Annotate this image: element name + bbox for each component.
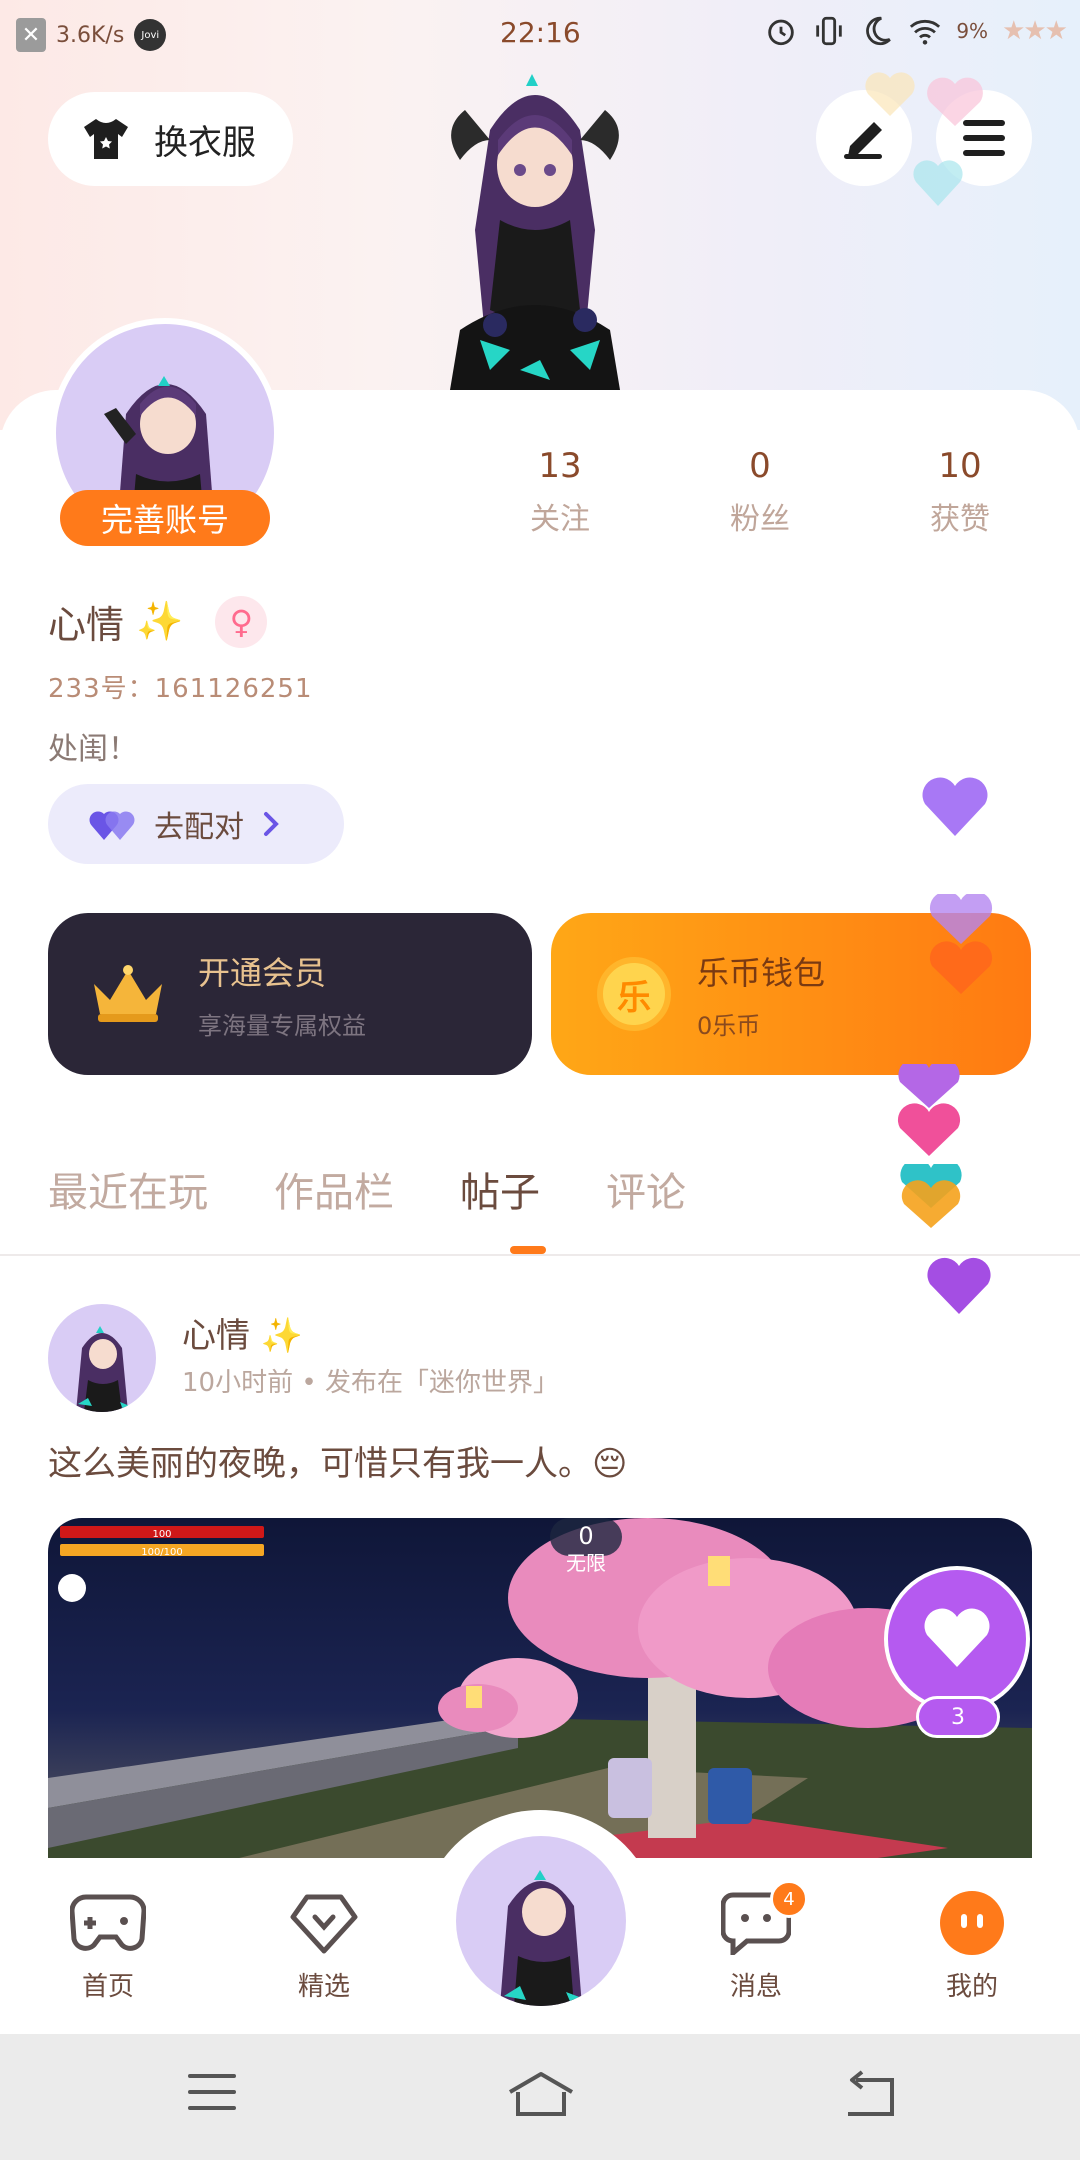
- avatar-portrait-icon: [500, 1870, 582, 2006]
- hud-hunger: 100/100: [141, 1547, 183, 1558]
- stat-likes-label: 获赞: [930, 502, 990, 537]
- notification-close-icon: ✕: [16, 18, 46, 52]
- profile-tabs: 最近在玩 作品栏 帖子 评论: [48, 1160, 686, 1218]
- stat-likes-value: 10: [938, 446, 982, 486]
- profile-bio: 处闺！: [48, 732, 138, 767]
- change-outfit-button[interactable]: 换衣服: [48, 92, 293, 186]
- nav-me[interactable]: 我的: [902, 1888, 1042, 2003]
- like-button[interactable]: [884, 1566, 1030, 1712]
- stat-following-value: 13: [538, 446, 582, 486]
- hud-mode: 无限: [566, 1551, 606, 1575]
- floating-heart-icon: [929, 894, 993, 994]
- active-tab-indicator: [510, 1246, 546, 1254]
- double-heart-icon: [89, 811, 135, 840]
- battery-level: 9%: [956, 19, 989, 43]
- diamond-heart-icon: [290, 1894, 358, 1954]
- floating-heart-icon: [900, 1164, 962, 1228]
- floating-hearts-icon: [865, 72, 983, 206]
- status-time: 22:16: [500, 16, 581, 49]
- alarm-icon: [768, 19, 795, 46]
- tab-posts[interactable]: 帖子: [460, 1160, 540, 1218]
- go-pair-label: 去配对: [154, 810, 244, 845]
- stat-following-label: 关注: [530, 502, 590, 537]
- go-pair-button[interactable]: 去配对: [48, 784, 344, 864]
- post-meta: 10小时前 • 发布在「迷你世界」: [182, 1368, 559, 1398]
- network-speed: 3.6K/s: [56, 22, 125, 48]
- profile-uid[interactable]: 233号：161126251: [48, 668, 313, 705]
- chevron-right-icon: [264, 812, 279, 836]
- stat-following[interactable]: 13 关注: [460, 446, 660, 538]
- nav-avatar-center[interactable]: [456, 1836, 626, 2006]
- heart-icon: [924, 1608, 990, 1667]
- vip-subtitle: 享海量专属权益: [198, 1011, 366, 1040]
- stat-fans-label: 粉丝: [730, 502, 790, 537]
- coin-icon: 乐: [597, 957, 671, 1031]
- vibrate-icon: [816, 16, 843, 46]
- home-icon[interactable]: [506, 2070, 576, 2118]
- moon-icon: [866, 16, 892, 46]
- nav-featured[interactable]: 精选: [254, 1888, 394, 2003]
- like-count: 3: [916, 1696, 1000, 1738]
- tab-comments[interactable]: 评论: [606, 1160, 686, 1218]
- nav-home[interactable]: 首页: [38, 1888, 178, 2003]
- stat-fans-value: 0: [749, 446, 771, 486]
- system-nav-bar: [0, 2034, 1080, 2160]
- stat-likes[interactable]: 10 获赞: [860, 446, 1060, 538]
- post-author-name-row: 心情 ✨: [182, 1308, 303, 1357]
- complete-account-button[interactable]: 完善账号: [60, 490, 270, 546]
- jovi-icon: Jovi: [134, 19, 167, 51]
- vip-title: 开通会员: [198, 953, 327, 992]
- decorative-stars-icon: ★★★: [1002, 16, 1068, 46]
- female-gender-icon: ♀: [215, 595, 268, 648]
- floating-heart-icon: [922, 777, 988, 836]
- me-face-icon: [940, 1891, 1004, 1955]
- nav-me-label: 我的: [945, 1972, 998, 2002]
- floating-heart-icon: [897, 1064, 961, 1156]
- coin-wallet-title: 乐币钱包: [697, 953, 826, 992]
- post-text: 这么美丽的夜晚，可惜只有我一人。😔: [48, 1444, 628, 1484]
- post-author-name[interactable]: 心情: [182, 1316, 250, 1356]
- change-outfit-label: 换衣服: [154, 122, 256, 163]
- profile-stats: 13 关注 0 粉丝 10 获赞: [460, 446, 1060, 538]
- message-badge: 4: [770, 1880, 808, 1918]
- tab-divider: [0, 1254, 1080, 1256]
- sparkle-icon: ✨: [136, 599, 184, 643]
- nav-home-label: 首页: [81, 1972, 134, 2002]
- tab-works[interactable]: 作品栏: [274, 1160, 394, 1218]
- nav-featured-label: 精选: [297, 1972, 350, 2002]
- gamepad-icon: [70, 1894, 146, 1951]
- avatar-character[interactable]: [420, 70, 650, 390]
- floating-heart-icon: [927, 1257, 991, 1314]
- status-bar: ✕ 3.6K/s Jovi 22:16 9% ★★★: [0, 0, 1080, 70]
- recent-apps-icon[interactable]: [186, 2070, 238, 2114]
- back-icon[interactable]: [842, 2070, 898, 2118]
- vip-membership-card[interactable]: 开通会员 享海量专属权益: [48, 913, 532, 1075]
- tshirt-icon: [84, 119, 128, 159]
- post-author-avatar[interactable]: [48, 1304, 156, 1412]
- sparkle-icon: ✨: [260, 1316, 304, 1356]
- tab-recently-played[interactable]: 最近在玩: [48, 1160, 208, 1218]
- avatar-portrait-icon: [76, 1326, 130, 1412]
- stat-fans[interactable]: 0 粉丝: [660, 446, 860, 538]
- hud-score: 0: [578, 1522, 593, 1550]
- wifi-icon: [910, 19, 941, 45]
- nav-messages-label: 消息: [729, 1972, 782, 2002]
- profile-name-row: 心情 ✨ ♀: [48, 594, 268, 649]
- coin-balance: 0乐币: [697, 1011, 761, 1040]
- hud-health: 100: [152, 1529, 171, 1540]
- profile-name: 心情: [48, 603, 125, 647]
- crown-icon: [94, 965, 162, 1022]
